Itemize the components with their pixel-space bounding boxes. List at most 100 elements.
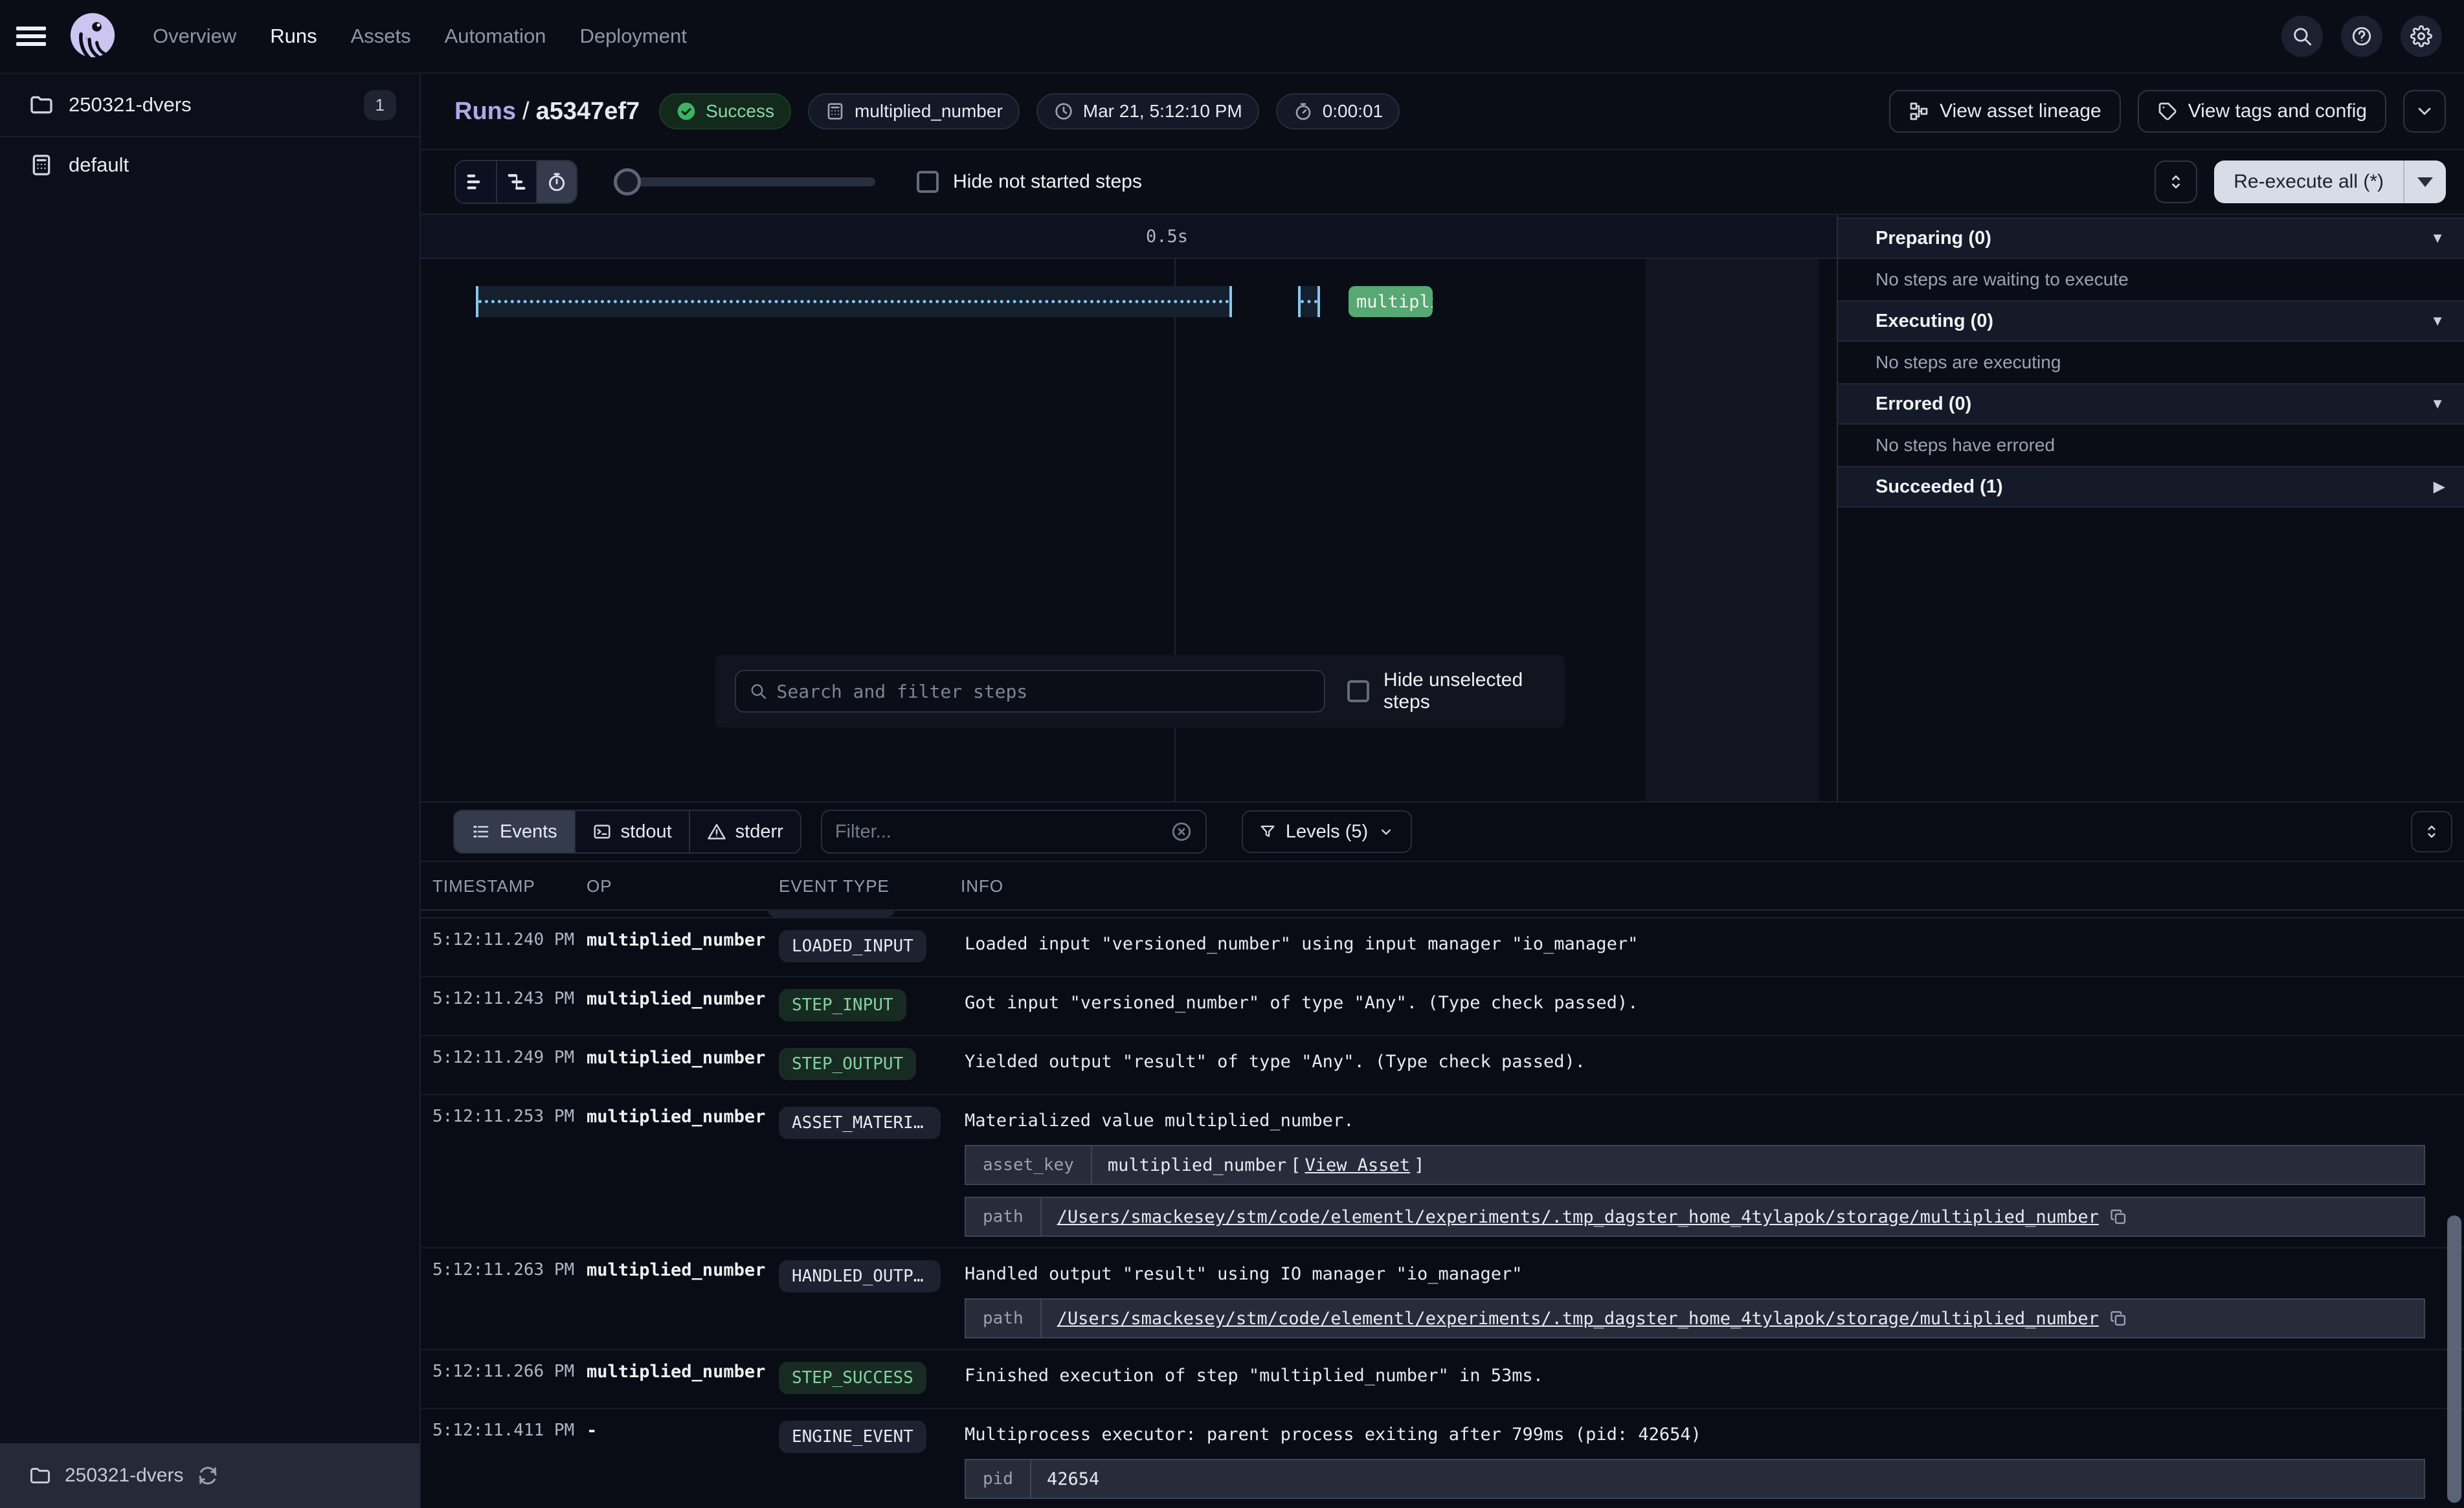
app-root: Overview Runs Assets Automation Deployme… [0, 0, 2464, 1508]
status-label: Success [706, 101, 774, 122]
step-search-box[interactable] [735, 670, 1325, 713]
sidebar-item-project[interactable]: 250321-dvers 1 [0, 74, 420, 136]
metadata-key: path [966, 1198, 1042, 1236]
slider-handle[interactable] [614, 168, 641, 195]
log-filter-input[interactable] [835, 821, 1170, 843]
events-table-body: 5:12:11.240 PMmultiplied_numberLOADED_IN… [421, 918, 2464, 1508]
tag-icon [2157, 101, 2178, 122]
gantt-section: 0.5s multipli… Hide unse [421, 215, 2464, 803]
tab-events[interactable]: Events [454, 811, 574, 852]
hide-not-started-checkbox[interactable] [917, 171, 939, 193]
expand-collapse-panels-button[interactable] [2155, 161, 2197, 203]
metadata-key: asset_key [966, 1146, 1092, 1184]
help-button[interactable] [2341, 16, 2382, 57]
event-op: multiplied_number [574, 918, 766, 976]
copy-icon[interactable] [2109, 1208, 2127, 1226]
steps-status-panel: Preparing (0) ▼ No steps are waiting to … [1837, 215, 2464, 801]
tab-stdout[interactable]: stdout [574, 811, 689, 852]
col-op: OP [574, 862, 766, 909]
gantt-step-bar[interactable]: multipli… [1349, 286, 1433, 317]
log-filter-box[interactable] [821, 810, 1207, 854]
section-preparing[interactable]: Preparing (0) ▼ [1838, 217, 2464, 259]
event-type-badge: ENGINE_EVENT [779, 1421, 926, 1453]
clock-icon [1053, 101, 1074, 122]
lineage-icon [1909, 101, 1929, 122]
tab-stderr[interactable]: stderr [689, 811, 800, 852]
gantt-flat-view-button[interactable] [456, 161, 496, 203]
metadata-key: pid [966, 1460, 1031, 1498]
view-asset-lineage-label: View asset lineage [1940, 100, 2101, 122]
event-type-cell: STEP_INPUT [766, 977, 948, 1035]
reexecute-label: Re-execute all (*) [2234, 171, 2384, 193]
metadata-table: asset_keymultiplied_number[View Asset] [965, 1145, 2425, 1185]
chevron-down-icon [1377, 823, 1395, 841]
timeline-tick-label: 0.5s [1146, 227, 1188, 247]
event-info-text: Materialized value multiplied_number. [965, 1107, 2425, 1131]
event-info: Materialized value multiplied_number.ass… [948, 1095, 2464, 1247]
search-button[interactable] [2281, 16, 2323, 57]
copy-icon[interactable] [2109, 1309, 2127, 1327]
event-row: 5:12:11.240 PMmultiplied_numberLOADED_IN… [421, 918, 2464, 977]
event-row: 5:12:11.253 PMmultiplied_numberASSET_MAT… [421, 1095, 2464, 1248]
sidebar-item-group-default[interactable]: default [0, 136, 420, 193]
collapse-icon: ▼ [2430, 313, 2445, 329]
gantt-waterfall-view-button[interactable] [496, 161, 536, 203]
event-op: multiplied_number [574, 1095, 766, 1247]
dagster-logo-icon[interactable] [67, 11, 118, 61]
asset-pill[interactable]: multiplied_number [808, 93, 1020, 129]
timer-icon [1293, 101, 1314, 122]
gantt-step-bar-label: multipli… [1356, 292, 1433, 312]
hide-unselected-checkbox[interactable] [1347, 680, 1369, 702]
metadata-link[interactable]: /Users/smackesey/stm/code/elementl/exper… [1057, 1309, 2099, 1329]
bracket: ] [1414, 1155, 1424, 1175]
section-executing[interactable]: Executing (0) ▼ [1838, 300, 2464, 342]
reexecute-all-button[interactable]: Re-execute all (*) [2214, 161, 2403, 203]
levels-dropdown-button[interactable]: Levels (5) [1242, 810, 1412, 853]
event-type-cell: LOADED_INPUT [766, 918, 948, 976]
event-timestamp: 5:12:11.253 PM [421, 1095, 574, 1247]
event-type-badge: LOADED_INPUT [779, 930, 926, 962]
reexecute-dropdown-button[interactable] [2403, 161, 2446, 203]
event-op: multiplied_number [574, 1036, 766, 1094]
event-type-badge: HANDLED_OUTPUT [779, 1260, 941, 1292]
col-event-type: EVENT TYPE [766, 862, 948, 909]
event-type-cell: STEP_OUTPUT [766, 1036, 948, 1094]
view-asset-lineage-button[interactable]: View asset lineage [1889, 90, 2121, 133]
metadata-link[interactable]: View Asset [1305, 1155, 1411, 1175]
nav-item-deployment[interactable]: Deployment [579, 25, 686, 48]
refresh-icon[interactable] [196, 1464, 219, 1487]
section-succeeded[interactable]: Succeeded (1) ▶ [1838, 466, 2464, 507]
breadcrumb-runs-link[interactable]: Runs [454, 98, 516, 125]
clear-filter-icon[interactable] [1170, 821, 1193, 843]
vertical-scrollbar[interactable] [2447, 1215, 2461, 1503]
event-row: 5:12:11.243 PMmultiplied_numberSTEP_INPU… [421, 977, 2464, 1036]
settings-button[interactable] [2401, 16, 2442, 57]
nav-item-automation[interactable]: Automation [445, 25, 546, 48]
waterfall-view-icon [506, 171, 528, 193]
gantt-waiting-bar [476, 286, 1232, 317]
datetime-pill: Mar 21, 5:12:10 PM [1036, 93, 1259, 129]
nav-item-assets[interactable]: Assets [351, 25, 411, 48]
nav-item-runs[interactable]: Runs [270, 25, 317, 48]
event-row: 5:12:11.249 PMmultiplied_numberSTEP_OUTP… [421, 1036, 2464, 1095]
nav-item-overview[interactable]: Overview [153, 25, 236, 48]
gantt-zoom-slider[interactable] [616, 177, 875, 186]
view-tags-config-button[interactable]: View tags and config [2138, 90, 2386, 133]
gantt-waiting-bar-small [1298, 286, 1320, 317]
event-info: Finished execution of step "multiplied_n… [948, 1350, 2464, 1408]
event-info-text: Got input "versioned_number" of type "An… [965, 989, 2425, 1013]
asset-pill-label: multiplied_number [855, 101, 1003, 122]
event-info: Loaded input "versioned_number" using in… [948, 918, 2464, 976]
run-more-actions-button[interactable] [2403, 90, 2446, 133]
gantt-timed-view-button[interactable] [536, 161, 576, 203]
hamburger-menu-icon[interactable] [0, 0, 62, 73]
events-toolbar: Events stdout stderr [421, 803, 2464, 862]
events-expand-button[interactable] [2411, 811, 2452, 852]
section-errored[interactable]: Errored (0) ▼ [1838, 383, 2464, 425]
metadata-link[interactable]: /Users/smackesey/stm/code/elementl/exper… [1057, 1207, 2099, 1227]
step-search-input[interactable] [777, 681, 1311, 702]
gantt-search-panel: Hide unselected steps [715, 655, 1565, 727]
help-icon [2351, 25, 2373, 47]
asset-group-icon [28, 152, 54, 178]
unfold-vertical-icon [2166, 172, 2186, 192]
